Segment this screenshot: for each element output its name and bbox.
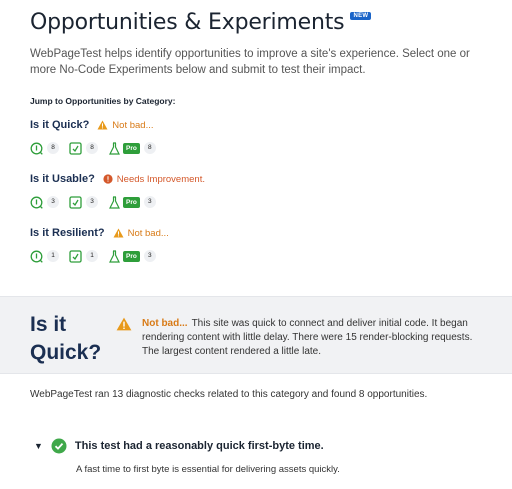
opportunities-count: 1 [30,250,59,263]
diagnostic-summary: WebPageTest ran 13 diagnostic checks rel… [30,389,428,400]
section-status-lead: Not bad... [142,318,188,329]
category-status-text: Needs Improvement. [116,173,205,185]
experiment-icon [69,195,82,209]
page-title: Opportunities & Experiments [30,10,345,35]
pro-experiments-count: Pro 8 [108,141,156,155]
section-header: Is it Quick? Not bad... This site was qui… [0,296,512,374]
experiments-count: 8 [69,141,98,155]
category-usable: Is it Usable? Needs Improvement. 3 3 Pro… [30,171,205,209]
category-status: Not bad... [113,228,169,239]
new-badge: NEW [350,12,372,20]
experiment-icon [69,249,82,263]
category-status-text: Not bad... [112,119,154,131]
pro-experiments-count: Pro 3 [108,195,156,209]
warning-icon [113,228,124,238]
error-icon [103,174,113,184]
count-badge: 1 [86,250,98,262]
pro-experiments-count: Pro 3 [108,249,156,263]
section-status-text: This site was quick to connect and deliv… [142,318,473,357]
check-description: A fast time to first byte is essential f… [76,464,340,475]
opportunity-icon [30,142,43,155]
title-row: Opportunities & Experiments NEW [30,10,372,35]
section-title: Is it Quick? [30,313,102,364]
check-circle-icon [51,438,67,454]
opportunity-icon [30,196,43,209]
category-status-text: Not bad... [127,227,169,239]
count-badge: 8 [86,142,98,154]
category-link-usable[interactable]: Is it Usable? [30,173,95,185]
count-badge: 3 [143,250,156,262]
category-resilient: Is it Resilient? Not bad... 1 1 Pro 3 [30,225,169,263]
count-badge: 3 [86,196,98,208]
count-badge: 3 [143,196,156,208]
flask-icon [109,141,120,155]
count-badge: 8 [47,142,59,154]
warning-icon [97,120,108,130]
experiments-count: 3 [69,195,98,209]
category-quick: Is it Quick? Not bad... 8 8 Pro 8 [30,117,166,155]
pro-badge: Pro [123,196,140,208]
flask-icon [109,249,120,263]
opportunities-count: 8 [30,142,59,155]
check-item[interactable]: ▼ This test had a reasonably quick first… [34,438,324,454]
check-title: This test had a reasonably quick first-b… [74,440,324,452]
jump-label: Jump to Opportunities by Category: [30,96,176,106]
pro-badge: Pro [123,142,140,154]
flask-icon [109,195,120,209]
intro-text: WebPageTest helps identify opportunities… [30,48,470,76]
pro-badge: Pro [123,250,140,262]
opportunity-icon [30,250,43,263]
count-badge: 1 [47,250,59,262]
experiments-count: 1 [69,249,98,263]
count-badge: 3 [47,196,59,208]
warning-icon [116,317,132,331]
opportunities-panel: Opportunities & Experiments NEW WebPageT… [0,0,512,296]
category-link-resilient[interactable]: Is it Resilient? [30,227,105,239]
category-status: Not bad... [97,119,154,131]
chevron-down-icon[interactable]: ▼ [34,441,43,451]
experiment-icon [69,141,82,155]
opportunities-count: 3 [30,196,59,209]
category-link-quick[interactable]: Is it Quick? [30,119,89,131]
count-badge: 8 [143,142,156,154]
section-summary: Not bad... This site was quick to connect… [142,317,492,359]
category-status: Needs Improvement. [103,174,205,185]
